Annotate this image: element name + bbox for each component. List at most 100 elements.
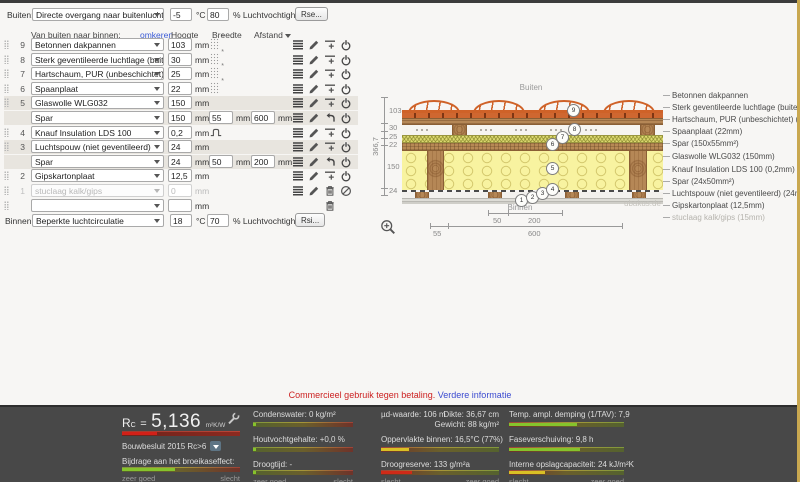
rsi-button[interactable]: Rsi... [295,213,326,227]
spar-distance-input[interactable] [251,155,275,168]
power-toggle-icon[interactable] [340,39,352,51]
power-toggle-icon[interactable] [340,127,352,139]
spar-height-input[interactable] [168,111,192,124]
power-toggle-icon[interactable] [340,97,352,109]
outside-temperature-input[interactable] [170,8,192,21]
spar-select[interactable]: Spar [31,155,164,168]
drag-handle-icon[interactable] [4,186,9,195]
insert-layer-icon[interactable] [324,97,336,109]
thickness-input[interactable] [168,199,192,212]
material-menu-icon[interactable] [292,83,304,95]
material-select[interactable]: stuclaag kalk/gips [31,184,164,197]
edit-pencil-icon[interactable] [308,39,320,51]
drag-handle-icon[interactable] [4,69,9,78]
rse-button[interactable]: Rse... [295,7,328,21]
thickness-input[interactable] [168,67,192,80]
drag-handle-icon[interactable] [4,84,9,93]
trash-icon[interactable] [324,185,336,197]
material-menu-icon[interactable] [292,97,304,109]
insert-layer-icon[interactable] [324,39,336,51]
thickness-input[interactable] [168,53,192,66]
power-toggle-icon[interactable] [340,156,352,168]
thickness-input[interactable] [168,96,192,109]
insert-layer-icon[interactable] [324,83,336,95]
material-menu-icon[interactable] [292,141,304,153]
drag-handle-icon[interactable] [4,201,9,210]
edit-pencil-icon[interactable] [308,112,320,124]
edit-pencil-icon[interactable] [308,83,320,95]
material-menu-icon[interactable] [292,112,304,124]
thickness-input[interactable] [168,82,192,95]
material-menu-icon[interactable] [292,54,304,66]
drag-handle-icon[interactable] [4,98,9,107]
thickness-input[interactable] [168,140,192,153]
spar-width-input[interactable] [209,155,233,168]
power-toggle-icon[interactable] [340,170,352,182]
thickness-input[interactable] [168,126,192,139]
power-toggle-icon[interactable] [340,112,352,124]
material-select[interactable]: Sterk geventileerde luchtlage (buitenluc… [31,53,164,66]
power-toggle-icon[interactable] [340,68,352,80]
dim-55: 55 [433,229,442,238]
layer-marker-7: 7 [556,131,569,144]
material-menu-icon[interactable] [292,156,304,168]
spar-height-input[interactable] [168,155,192,168]
material-select[interactable]: Gipskartonplaat [31,169,164,182]
power-toggle-icon[interactable] [340,141,352,153]
inside-condition-select[interactable]: Beperkte luchtcirculatie [32,214,164,227]
insert-layer-icon[interactable] [324,68,336,80]
requirement-dropdown-icon[interactable] [210,441,222,451]
edit-pencil-icon[interactable] [308,127,320,139]
material-menu-icon[interactable] [292,39,304,51]
material-select[interactable]: Hartschaum, PUR (unbeschichtet) [31,67,164,80]
drag-handle-icon[interactable] [4,128,9,137]
edit-pencil-icon[interactable] [308,97,320,109]
edit-pencil-icon[interactable] [308,141,320,153]
drag-handle-icon[interactable] [4,40,9,49]
outside-condition-select[interactable]: Directe overgang naar buitenlucht [32,8,164,21]
spar-distance-input[interactable] [251,111,275,124]
insert-layer-icon[interactable] [324,127,336,139]
outside-humidity-input[interactable] [207,8,229,21]
material-menu-icon[interactable] [292,170,304,182]
material-select[interactable]: Betonnen dakpannen [31,38,164,51]
thickness-input[interactable] [168,184,192,197]
drag-handle-icon[interactable] [4,142,9,151]
spar-width-input[interactable] [209,111,233,124]
insert-layer-icon[interactable] [324,54,336,66]
edit-pencil-icon[interactable] [308,185,320,197]
edit-pencil-icon[interactable] [308,170,320,182]
power-toggle-icon[interactable] [340,83,352,95]
material-menu-icon[interactable] [292,185,304,197]
edit-pencil-icon[interactable] [308,54,320,66]
edit-pencil-icon[interactable] [308,68,320,80]
material-menu-icon[interactable] [292,68,304,80]
unit-label: mm [195,55,210,65]
material-select[interactable]: Spaanplaat [31,82,164,95]
drag-handle-icon[interactable] [4,171,9,180]
material-select[interactable]: Glaswolle WLG032 [31,96,164,109]
requirement-select[interactable]: Bouwbesluit 2015 Rc>6 [122,441,222,451]
thickness-input[interactable] [168,169,192,182]
drag-handle-icon[interactable] [4,55,9,64]
material-select[interactable]: Knauf Insulation LDS 100 [31,126,164,139]
material-menu-icon[interactable] [292,127,304,139]
power-toggle-icon[interactable] [340,54,352,66]
layer-number: 1 [20,186,25,196]
material-select[interactable]: Luchtspouw (niet geventileerd) [31,140,164,153]
material-select[interactable] [31,199,164,212]
wrench-icon[interactable] [227,412,240,425]
notice-link[interactable]: Verdere informatie [438,390,512,400]
undo-arrow-icon[interactable] [324,112,336,124]
ban-icon[interactable] [340,185,352,197]
thickness-input[interactable] [168,38,192,51]
inside-temperature-input[interactable] [170,214,192,227]
trash-icon[interactable] [324,200,336,212]
undo-arrow-icon[interactable] [324,156,336,168]
spar-select[interactable]: Spar [31,111,164,124]
inside-humidity-input[interactable] [207,214,229,227]
edit-pencil-icon[interactable] [308,156,320,168]
insert-layer-icon[interactable] [324,141,336,153]
insert-layer-icon[interactable] [324,170,336,182]
zoom-in-icon[interactable] [380,219,396,235]
